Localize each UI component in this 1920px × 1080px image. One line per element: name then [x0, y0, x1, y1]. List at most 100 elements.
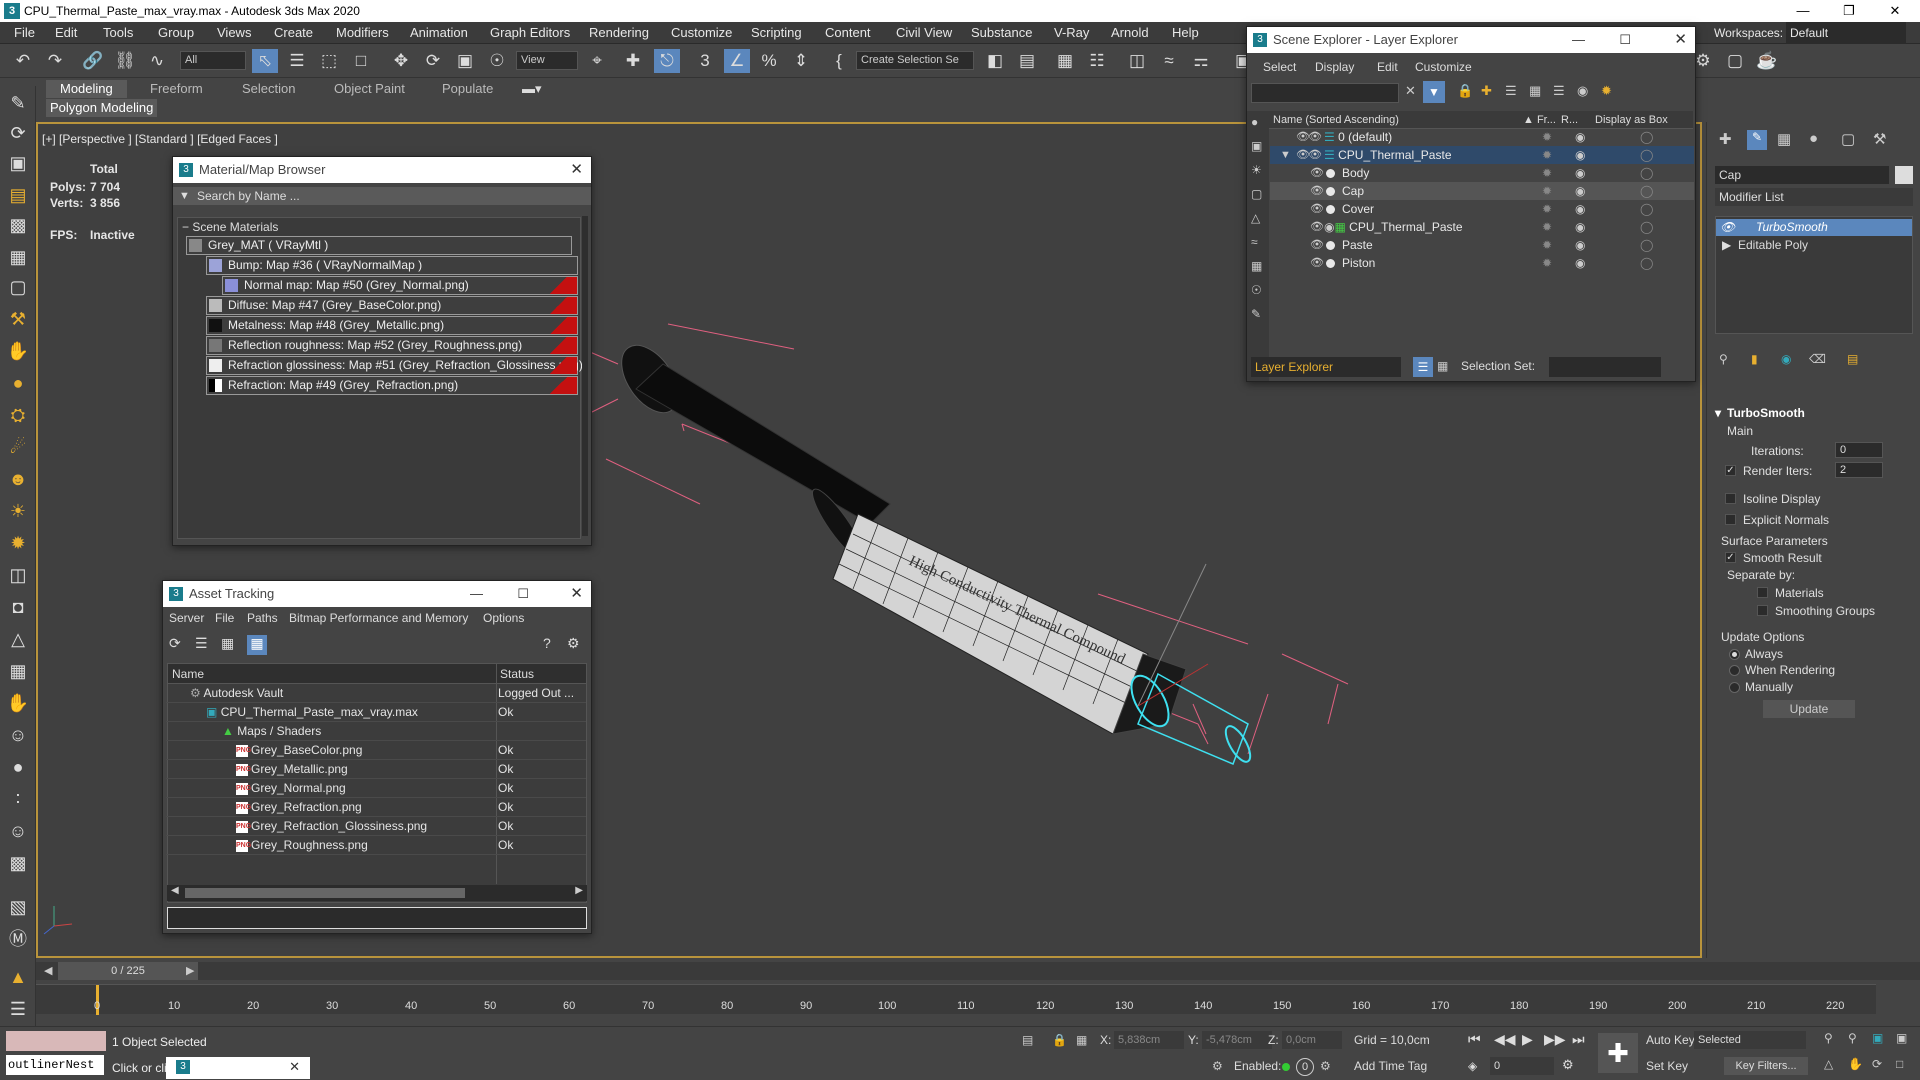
maxscript-input[interactable]: outlinerNest [6, 1055, 104, 1075]
sun-tool-icon[interactable]: ✹ [4, 530, 32, 556]
placement-icon[interactable]: ☉ [484, 49, 510, 73]
asset-row[interactable]: ▲ Maps / Shaders [166, 722, 586, 741]
key-mode-icon[interactable]: ◈ [1468, 1059, 1477, 1073]
minimize-button[interactable]: — [1780, 0, 1826, 22]
se-menu-edit[interactable]: Edit [1377, 57, 1398, 77]
display-spacewarps-icon[interactable]: ≈ [1251, 235, 1258, 249]
set-key-icon[interactable]: ✚ [1598, 1033, 1638, 1073]
close-button[interactable]: ✕ [1872, 0, 1918, 22]
box-icon[interactable]: ◯ [1640, 128, 1653, 146]
ribbon-tab-modeling[interactable]: Modeling [46, 80, 127, 98]
pyramid-tool-icon[interactable]: △ [4, 626, 32, 652]
settings-icon[interactable]: ⚙ [567, 635, 587, 655]
material-browser-close-icon[interactable]: ✕ [570, 157, 583, 183]
cloth-tool-icon[interactable]: ▩ [4, 850, 32, 876]
scene-tree-row[interactable]: 👁 ◉▦ CPU_Thermal_Paste ✹ ◉ ◯ [1270, 218, 1694, 236]
toggle-scene-explorer-icon[interactable]: ▦ [1052, 49, 1078, 73]
rendered-frame-window-icon[interactable]: ▢ [1722, 49, 1748, 73]
bridge-tool-icon[interactable]: ▤ [4, 182, 32, 208]
sphere-shade-icon[interactable]: ● [4, 754, 32, 780]
pivot-center-icon[interactable]: ⌖ [584, 49, 610, 73]
menu-rendering[interactable]: Rendering [589, 22, 649, 44]
layer-mode-icon[interactable]: ☰ [1413, 357, 1433, 377]
update-button[interactable]: Update [1763, 700, 1855, 718]
cube-tool-icon[interactable]: ◫ [4, 562, 32, 588]
isolate-selection-icon[interactable]: ▤ [1022, 1033, 1033, 1047]
rectangular-selection-icon[interactable]: ⬚ [316, 49, 342, 73]
help-icon[interactable]: ? [543, 635, 563, 655]
render-icon[interactable]: ◉ [1575, 164, 1585, 182]
search-options-chevron-icon[interactable]: ▼ [179, 187, 190, 205]
asset-row[interactable]: PNGGrey_Normal.png Ok [166, 779, 586, 798]
restore-button[interactable]: ❐ [1826, 0, 1872, 22]
remove-modifier-icon[interactable]: ⌫ [1809, 352, 1826, 366]
menu-content[interactable]: Content [825, 22, 871, 44]
freeze-icon[interactable]: ✹ [1542, 128, 1552, 146]
hand-tool-icon[interactable]: ✋ [4, 338, 32, 364]
geosphere-tool-icon[interactable]: ⛭ [4, 402, 32, 428]
material-map-row[interactable]: Metalness: Map #48 (Grey_Metallic.png) [206, 316, 578, 335]
display-helpers-icon[interactable]: △ [1251, 211, 1260, 225]
menu-help[interactable]: Help [1172, 22, 1199, 44]
asset-menu-bitmap[interactable]: Bitmap Performance and Memory [289, 607, 468, 629]
y-coordinate-field[interactable]: -5,478cm [1202, 1031, 1272, 1049]
add-time-tag-label[interactable]: Add Time Tag [1354, 1059, 1427, 1073]
scene-search-input[interactable] [1251, 83, 1399, 103]
scene-tree-row[interactable]: 👁 Paste ✹ ◉ ◯ [1270, 236, 1694, 254]
menu-group[interactable]: Group [158, 22, 194, 44]
table-view-icon[interactable]: ▦ [221, 635, 241, 655]
display-groups-icon[interactable]: ▦ [1251, 259, 1262, 273]
select-manipulate-icon[interactable]: ✚ [620, 49, 646, 73]
render-icon[interactable]: ◉ [1575, 218, 1585, 236]
asset-menu-file[interactable]: File [215, 607, 234, 629]
expand-chevron-icon[interactable]: ▼ [1280, 146, 1291, 164]
maxscript-listener-mini[interactable] [6, 1031, 106, 1051]
materials-checkbox[interactable] [1757, 587, 1768, 598]
create-layer-icon[interactable]: ✚ [1481, 83, 1492, 99]
asset-menu-paths[interactable]: Paths [247, 607, 278, 629]
hierarchy-tab-icon[interactable]: ▦ [1777, 130, 1791, 148]
next-frame-icon[interactable]: ▶ [186, 964, 194, 977]
time-config-icon[interactable]: ⚙ [1562, 1057, 1574, 1073]
keyboard-shortcut-override-icon[interactable]: ⎋ [654, 49, 680, 73]
reference-coordinate-dropdown[interactable]: View [516, 51, 578, 70]
extrude-tool-icon[interactable]: ▩ [4, 212, 32, 238]
zoom-icon[interactable]: ⚲ [1824, 1031, 1833, 1045]
scene-tree-row[interactable]: 👁 👁 ☰ 0 (default) ✹ ◉ ◯ [1270, 128, 1694, 146]
display-shapes-icon[interactable]: ▣ [1251, 139, 1262, 153]
schematic-view-icon[interactable]: ⚎ [1188, 49, 1214, 73]
render-icon[interactable]: ◉ [1575, 254, 1585, 272]
display-tab-icon[interactable]: ▢ [1841, 130, 1855, 148]
menu-vray[interactable]: V-Ray [1054, 22, 1089, 44]
x-coordinate-field[interactable]: 5,838cm [1114, 1031, 1184, 1049]
freeze-icon[interactable]: ✹ [1542, 218, 1552, 236]
menu-modifiers[interactable]: Modifiers [336, 22, 389, 44]
visibility-eye-icon[interactable]: 👁 [1310, 182, 1324, 200]
grid-tool-icon[interactable]: ▦ [4, 658, 32, 684]
toggle-ribbon-icon[interactable]: ◫ [1124, 49, 1150, 73]
scene-explorer-minimize-button[interactable]: — [1572, 27, 1585, 53]
asset-row[interactable]: PNGGrey_BaseColor.png Ok [166, 741, 586, 760]
window-crossing-icon[interactable]: □ [348, 49, 374, 73]
prev-frame-icon[interactable]: ◀ [44, 964, 52, 977]
object-color-swatch[interactable] [1895, 166, 1913, 184]
box-icon[interactable]: ◯ [1640, 254, 1653, 272]
modify-tab-icon[interactable]: ✎ [1747, 130, 1767, 150]
ribbon-tab-object-paint[interactable]: Object Paint [334, 80, 405, 98]
motion-tab-icon[interactable]: ● [1809, 130, 1818, 147]
scene-tree-row-selected[interactable]: 👁 Cap ✹ ◉ ◯ [1270, 182, 1694, 200]
brush-tool-icon[interactable]: ✋ [4, 690, 32, 716]
current-frame-field[interactable]: 0 [1490, 1057, 1554, 1075]
percent-snap-icon[interactable]: % [756, 49, 782, 73]
snaps-toggle-icon[interactable]: 3 [692, 49, 718, 73]
select-tool-icon[interactable]: ✎ [4, 90, 32, 116]
iterations-spinner[interactable]: 0 [1835, 442, 1883, 458]
ribbon-tab-populate[interactable]: Populate [442, 80, 493, 98]
col-name[interactable]: Name (Sorted Ascending) [1273, 111, 1399, 129]
rotate-tool-icon[interactable]: ⟳ [4, 120, 32, 146]
material-map-row[interactable]: Normal map: Map #50 (Grey_Normal.png) [222, 276, 578, 295]
ribbon-polygon-modeling[interactable]: Polygon Modeling [46, 99, 158, 117]
bind-space-warp-icon[interactable]: ∿ [144, 49, 170, 73]
col-renderable[interactable]: R... [1561, 111, 1578, 129]
select-by-name-icon[interactable]: ☰ [284, 49, 310, 73]
